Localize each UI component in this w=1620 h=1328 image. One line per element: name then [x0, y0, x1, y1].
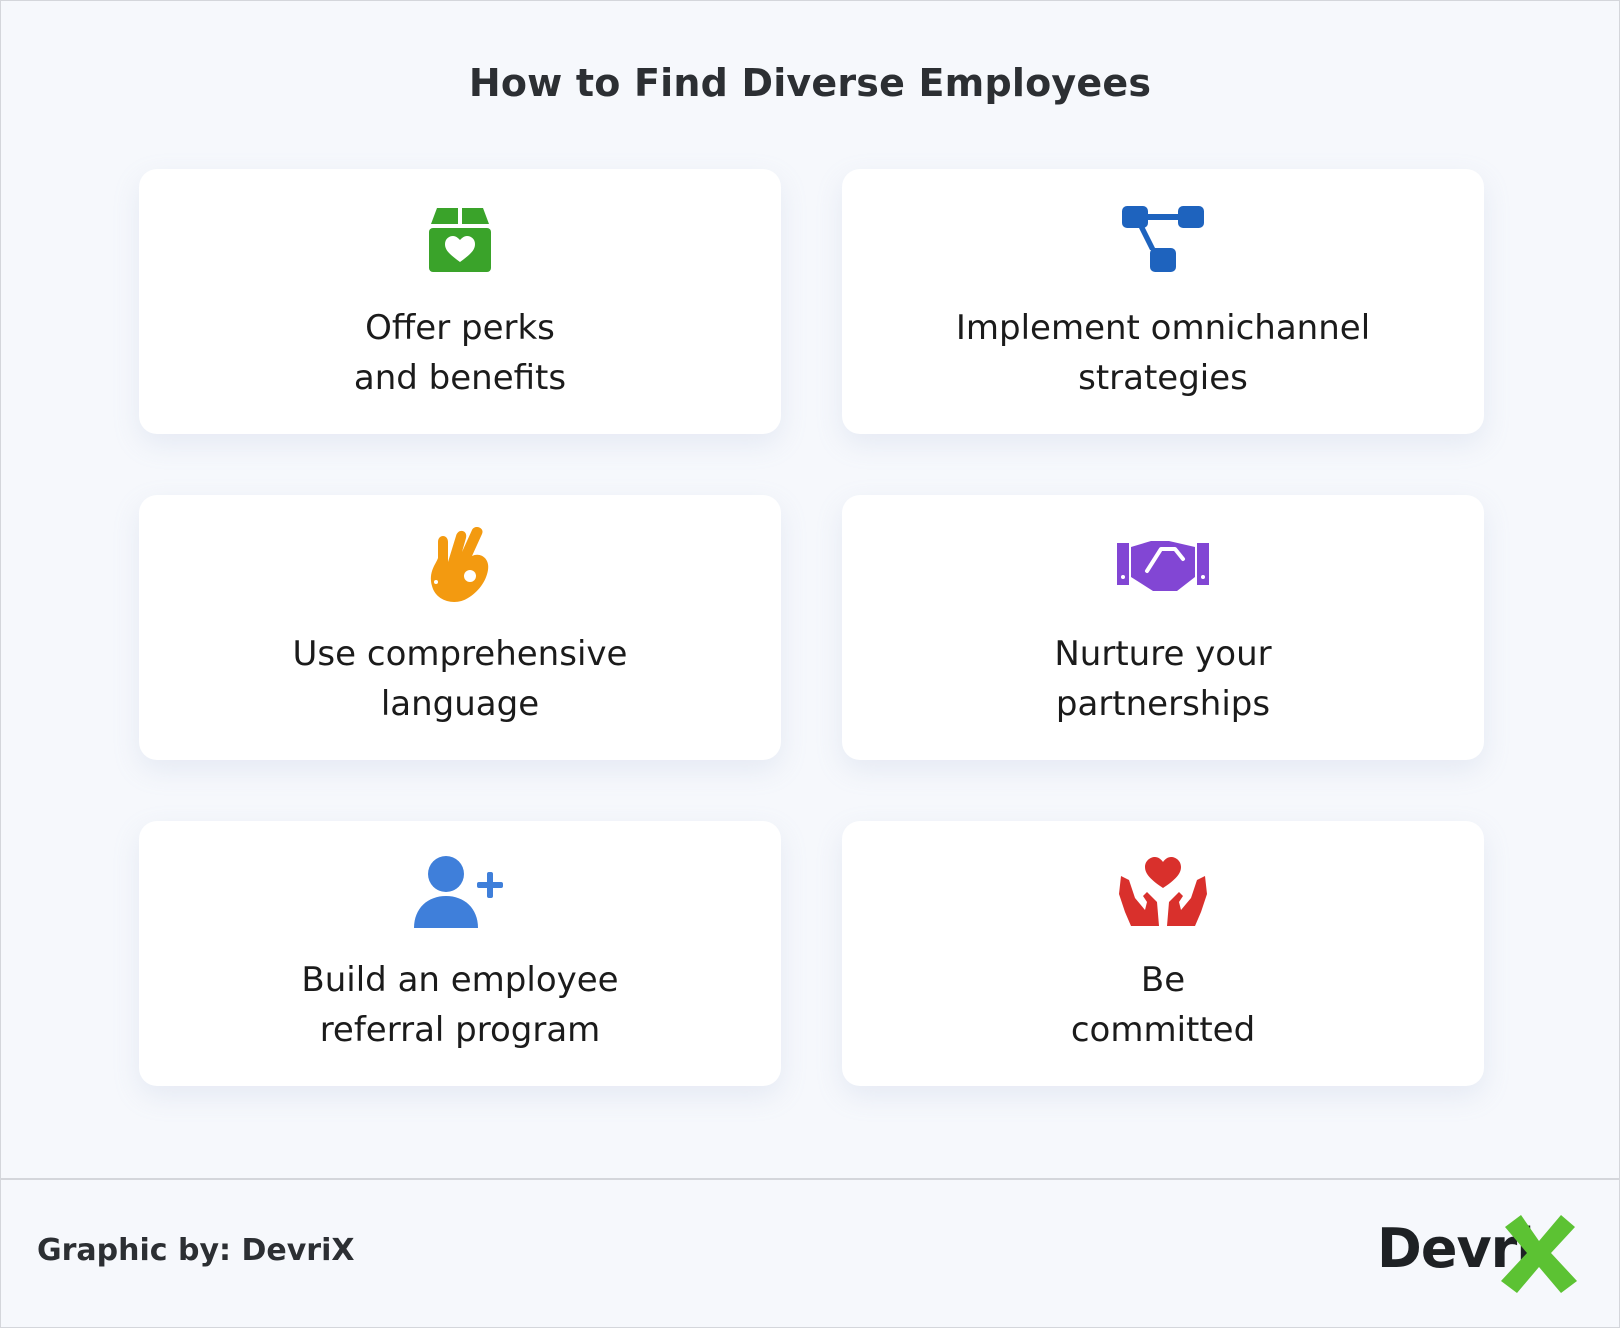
page-title: How to Find Diverse Employees	[468, 61, 1152, 105]
infographic-frame: How to Find Diverse Employees Offer perk…	[0, 0, 1620, 1328]
handshake-icon	[842, 527, 1484, 603]
card-label: Offer perks and benefits	[353, 308, 567, 398]
card-perks: Offer perks and benefits	[139, 169, 781, 434]
card-referral: Build an employee referral program	[139, 821, 781, 1086]
graphic-credit: Graphic by: DevriX	[37, 1233, 355, 1268]
card-omnichannel: Implement omnichannel strategies	[842, 169, 1484, 434]
card-label: Use comprehensive language	[292, 634, 628, 724]
logo-x-mark	[1501, 1215, 1577, 1293]
ok-hand-icon	[139, 527, 781, 603]
card-label: Be committed	[1070, 960, 1256, 1050]
gift-box-heart-icon	[139, 201, 781, 277]
card-language: Use comprehensive language	[139, 495, 781, 760]
card-label: Nurture your partnerships	[1054, 634, 1272, 724]
card-partnerships: Nurture your partnerships	[842, 495, 1484, 760]
card-committed: Be committed	[842, 821, 1484, 1086]
add-user-icon	[139, 853, 781, 929]
hands-heart-icon	[842, 853, 1484, 929]
channel-nodes-icon	[842, 201, 1484, 277]
card-label: Build an employee referral program	[301, 960, 619, 1050]
devrix-logo: Devri	[1377, 1211, 1587, 1297]
card-label: Implement omnichannel strategies	[955, 308, 1371, 398]
